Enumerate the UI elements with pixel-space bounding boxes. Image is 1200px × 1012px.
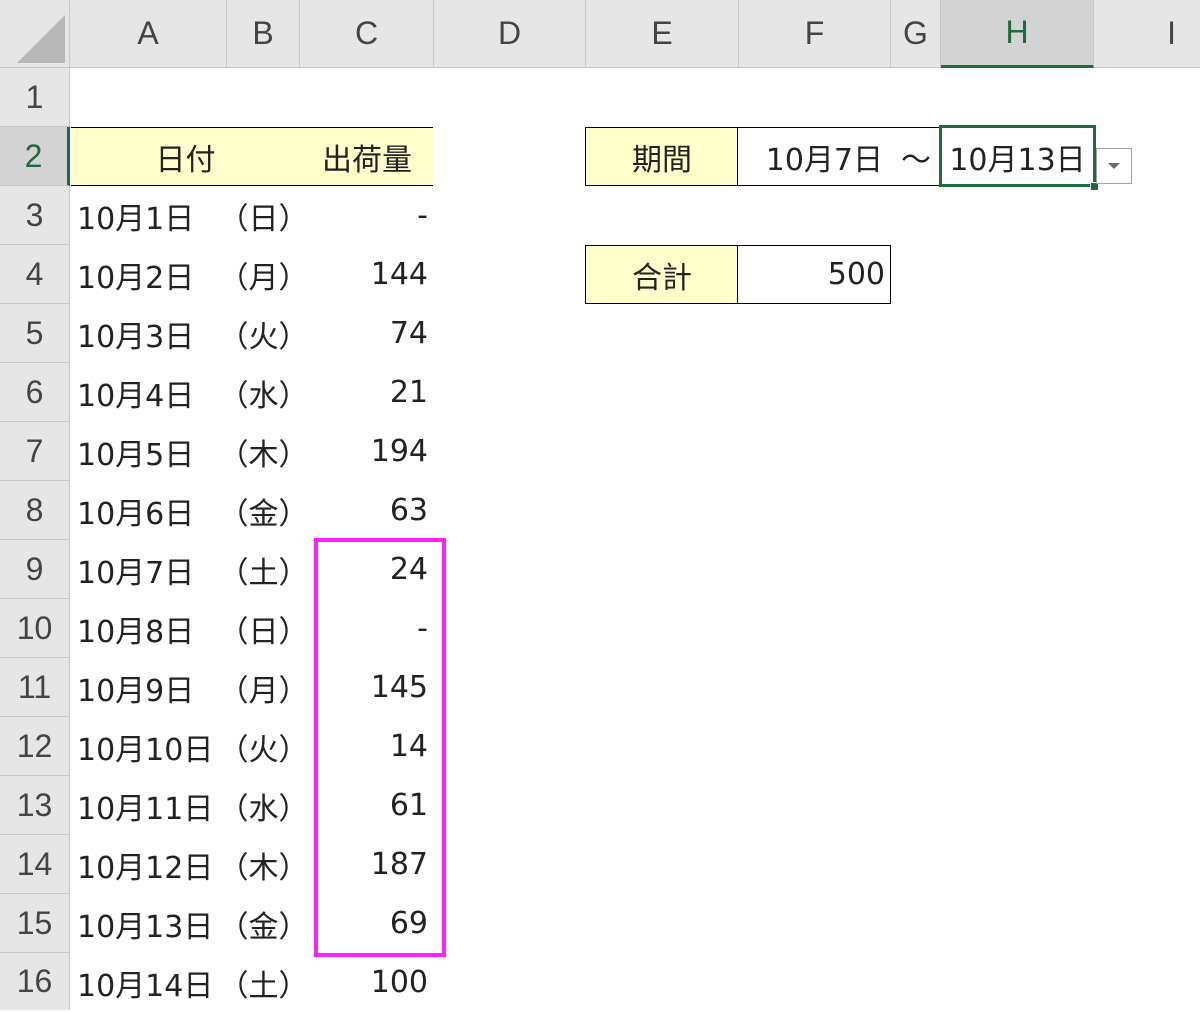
date-cell[interactable]: 10月10日 bbox=[71, 717, 227, 776]
date-cell[interactable]: 10月13日 bbox=[71, 894, 227, 953]
quantity-cell[interactable]: - bbox=[300, 599, 434, 658]
weekday-cell[interactable]: （土） bbox=[219, 540, 309, 599]
weekday-cell[interactable]: （火） bbox=[219, 717, 309, 776]
quantity-column-header[interactable]: 出荷量 bbox=[300, 127, 434, 186]
row-header-1[interactable]: 1 bbox=[0, 68, 70, 127]
row-header-3[interactable]: 3 bbox=[0, 186, 70, 245]
row-header-4[interactable]: 4 bbox=[0, 245, 70, 304]
weekday-cell[interactable]: （土） bbox=[219, 953, 309, 1012]
period-end-cell[interactable]: 10月13日 bbox=[941, 127, 1094, 186]
row-header-11[interactable]: 11 bbox=[0, 658, 70, 717]
select-all-button[interactable] bbox=[0, 0, 70, 68]
row-header-15[interactable]: 15 bbox=[0, 894, 70, 953]
column-header-f[interactable]: F bbox=[739, 0, 891, 68]
column-header-h[interactable]: H bbox=[941, 0, 1094, 68]
weekday-cell[interactable]: （金） bbox=[219, 481, 309, 540]
total-label[interactable]: 合計 bbox=[586, 245, 738, 304]
quantity-cell[interactable]: 100 bbox=[300, 953, 434, 1012]
quantity-cell[interactable]: 145 bbox=[300, 658, 434, 717]
quantity-cell[interactable]: 14 bbox=[300, 717, 434, 776]
column-header-b[interactable]: B bbox=[227, 0, 300, 68]
quantity-cell[interactable]: 24 bbox=[300, 540, 434, 599]
date-cell[interactable]: 10月12日 bbox=[71, 835, 227, 894]
quantity-cell[interactable]: 63 bbox=[300, 481, 434, 540]
column-header-c[interactable]: C bbox=[300, 0, 434, 68]
date-cell[interactable]: 10月7日 bbox=[71, 540, 227, 599]
quantity-cell[interactable]: 21 bbox=[300, 363, 434, 422]
quantity-cell[interactable]: 187 bbox=[300, 835, 434, 894]
total-value[interactable]: 500 bbox=[739, 245, 891, 304]
quantity-cell[interactable]: 69 bbox=[300, 894, 434, 953]
row-header-2[interactable]: 2 bbox=[0, 127, 70, 186]
weekday-cell[interactable]: （月） bbox=[219, 245, 309, 304]
period-separator: ～ bbox=[901, 142, 931, 178]
column-header-i[interactable]: I bbox=[1094, 0, 1200, 68]
date-cell[interactable]: 10月11日 bbox=[71, 776, 227, 835]
weekday-cell[interactable]: （日） bbox=[219, 599, 309, 658]
weekday-cell[interactable]: （火） bbox=[219, 304, 309, 363]
date-cell[interactable]: 10月5日 bbox=[71, 422, 227, 481]
date-cell[interactable]: 10月6日 bbox=[71, 481, 227, 540]
weekday-cell[interactable]: （木） bbox=[219, 835, 309, 894]
column-header-g[interactable]: G bbox=[891, 0, 941, 68]
date-cell[interactable]: 10月3日 bbox=[71, 304, 227, 363]
row-header-7[interactable]: 7 bbox=[0, 422, 70, 481]
quantity-cell[interactable]: 74 bbox=[300, 304, 434, 363]
date-cell[interactable]: 10月1日 bbox=[71, 186, 227, 245]
quantity-cell[interactable]: - bbox=[300, 186, 434, 245]
row-header-9[interactable]: 9 bbox=[0, 540, 70, 599]
dropdown-button[interactable] bbox=[1096, 148, 1132, 184]
date-cell[interactable]: 10月4日 bbox=[71, 363, 227, 422]
column-header-d[interactable]: D bbox=[434, 0, 586, 68]
chevron-down-icon bbox=[1108, 163, 1120, 169]
quantity-cell[interactable]: 144 bbox=[300, 245, 434, 304]
weekday-cell[interactable]: （金） bbox=[219, 894, 309, 953]
row-header-6[interactable]: 6 bbox=[0, 363, 70, 422]
weekday-cell[interactable]: （水） bbox=[219, 363, 309, 422]
date-cell[interactable]: 10月9日 bbox=[71, 658, 227, 717]
quantity-cell[interactable]: 194 bbox=[300, 422, 434, 481]
weekday-cell[interactable]: （水） bbox=[219, 776, 309, 835]
column-header-e[interactable]: E bbox=[586, 0, 739, 68]
column-header-a[interactable]: A bbox=[70, 0, 227, 68]
row-header-14[interactable]: 14 bbox=[0, 835, 70, 894]
row-header-8[interactable]: 8 bbox=[0, 481, 70, 540]
row-header-13[interactable]: 13 bbox=[0, 776, 70, 835]
spreadsheet: A B C D E F G H I 1 2 3 4 5 6 7 8 9 10 1… bbox=[0, 0, 1200, 1010]
period-label[interactable]: 期間 bbox=[586, 127, 738, 186]
row-header-12[interactable]: 12 bbox=[0, 717, 70, 776]
weekday-cell[interactable]: （日） bbox=[219, 186, 309, 245]
date-cell[interactable]: 10月14日 bbox=[71, 953, 227, 1012]
date-cell[interactable]: 10月8日 bbox=[71, 599, 227, 658]
weekday-cell[interactable]: （木） bbox=[219, 422, 309, 481]
row-header-5[interactable]: 5 bbox=[0, 304, 70, 363]
row-header-10[interactable]: 10 bbox=[0, 599, 70, 658]
date-column-header[interactable]: 日付 bbox=[71, 127, 300, 186]
date-cell[interactable]: 10月2日 bbox=[71, 245, 227, 304]
period-start-cell[interactable]: 10月7日 bbox=[739, 127, 891, 186]
row-header-16[interactable]: 16 bbox=[0, 953, 70, 1010]
weekday-cell[interactable]: （月） bbox=[219, 658, 309, 717]
quantity-cell[interactable]: 61 bbox=[300, 776, 434, 835]
